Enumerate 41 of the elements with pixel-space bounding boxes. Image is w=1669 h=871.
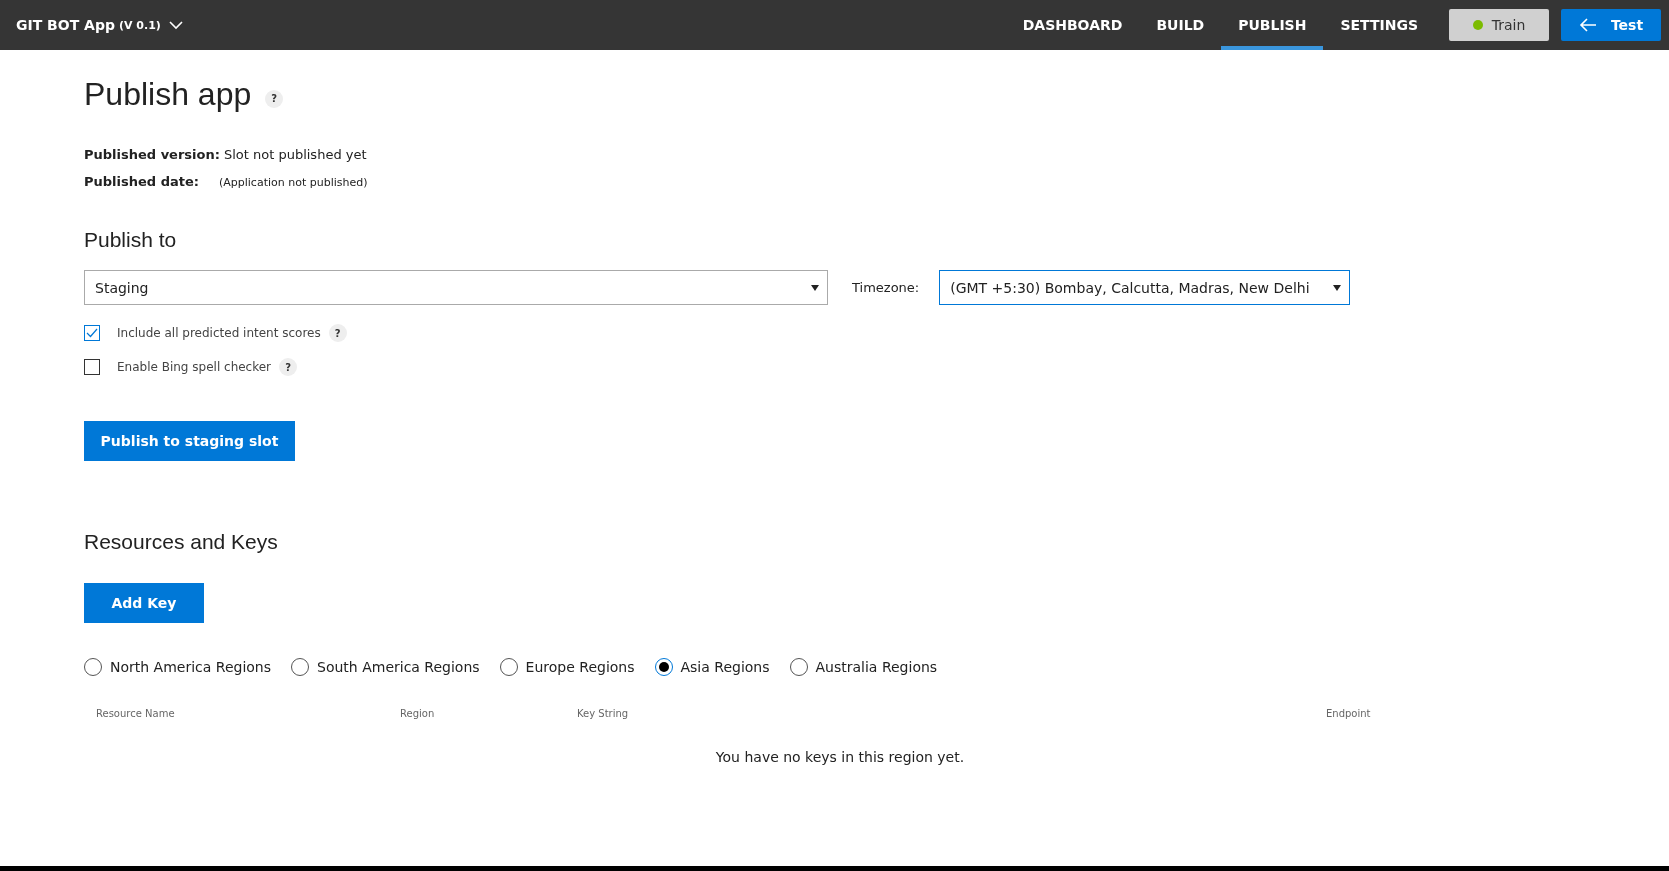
- region-radio[interactable]: Australia Regions: [789, 658, 938, 676]
- checkbox[interactable]: [84, 325, 100, 341]
- empty-message: You have no keys in this region yet.: [715, 749, 965, 765]
- help-icon[interactable]: ?: [279, 358, 298, 376]
- section-heading: Publish to: [84, 228, 178, 252]
- chevron-down-icon: [168, 20, 183, 30]
- column-header: Key String: [577, 708, 630, 719]
- nav-tab[interactable]: SETTINGS: [1323, 0, 1435, 50]
- column-header: Resource Name: [96, 708, 176, 719]
- nav-tab[interactable]: PUBLISH: [1221, 0, 1324, 50]
- add-key-button[interactable]: Add Key: [84, 583, 204, 623]
- info-value: (Application not published): [218, 176, 368, 189]
- nav-tab[interactable]: DASHBOARD: [1005, 0, 1140, 50]
- info-value: Slot not published yet: [223, 147, 367, 162]
- publish-button[interactable]: Publish to staging slot: [84, 421, 295, 461]
- section-heading: Resources and Keys: [84, 530, 279, 554]
- region-radio[interactable]: Asia Regions: [654, 658, 770, 676]
- slot-dropdown[interactable]: Staging: [84, 270, 828, 305]
- app-switcher[interactable]: GIT BOT App (V 0.1): [16, 17, 183, 33]
- info-label: Published version:: [84, 147, 220, 162]
- timezone-label: Timezone:: [852, 280, 920, 295]
- region-radio[interactable]: North America Regions: [84, 658, 272, 676]
- arrow-left-icon: [1578, 18, 1597, 32]
- test-button[interactable]: Test: [1561, 9, 1661, 41]
- info-label: Published date:: [84, 174, 199, 189]
- region-radio[interactable]: Europe Regions: [499, 658, 635, 676]
- checkbox-label: Include all predicted intent scores: [117, 326, 321, 340]
- help-icon[interactable]: ?: [265, 89, 284, 108]
- dropdown-arrow-icon: [811, 284, 819, 291]
- column-header: Region: [400, 708, 436, 719]
- help-icon[interactable]: ?: [328, 324, 347, 342]
- dropdown-arrow-icon: [1333, 284, 1342, 291]
- page-title: Publish app: [84, 76, 252, 113]
- train-button[interactable]: Train: [1449, 9, 1549, 41]
- nav-tab[interactable]: BUILD: [1139, 0, 1222, 50]
- column-header: Endpoint: [1326, 708, 1372, 719]
- status-dot-icon: [1472, 20, 1483, 30]
- checkbox[interactable]: [84, 359, 100, 375]
- timezone-dropdown[interactable]: (GMT +5:30) Bombay, Calcutta, Madras, New Delhi: [939, 270, 1351, 305]
- region-radio[interactable]: South America Regions: [291, 658, 480, 676]
- checkbox-label: Enable Bing spell checker: [117, 360, 272, 374]
